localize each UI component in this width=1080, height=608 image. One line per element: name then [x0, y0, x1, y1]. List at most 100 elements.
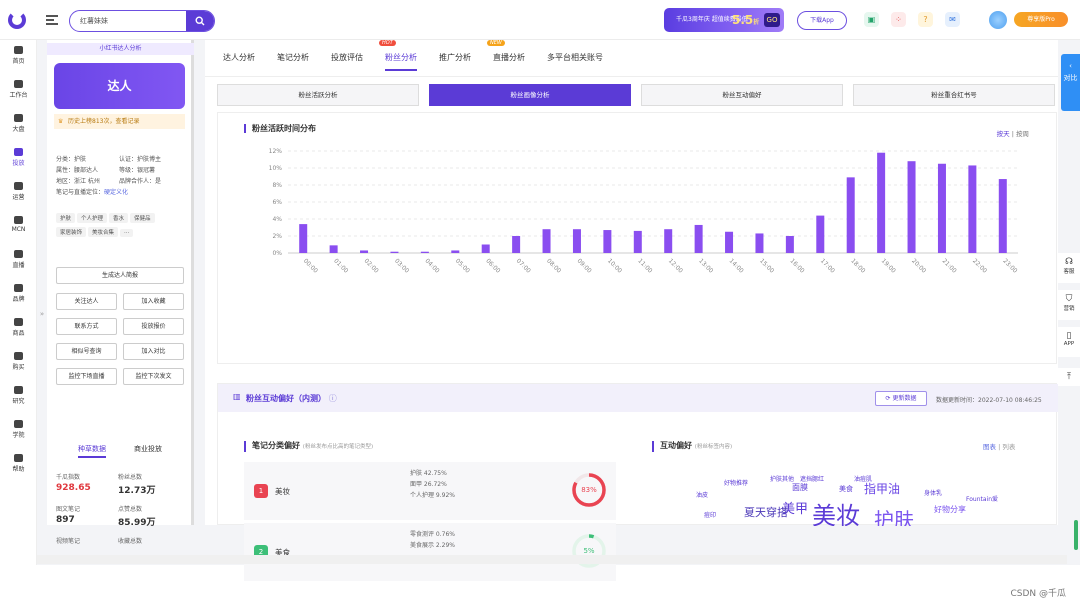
tab-commercial[interactable]: 商业投放: [134, 444, 162, 454]
quote-button[interactable]: 投放报价: [123, 318, 184, 335]
horizontal-scrollbar[interactable]: [37, 555, 1067, 564]
message-icon[interactable]: ✉: [945, 12, 960, 27]
promo-go-button[interactable]: GO: [764, 13, 780, 27]
similar-search-button[interactable]: 相似号查询: [56, 343, 117, 360]
nav-academy[interactable]: 学院: [0, 420, 37, 439]
bar[interactable]: [755, 233, 764, 253]
view-list[interactable]: 列表: [1002, 443, 1015, 451]
tag[interactable]: 保健品: [130, 213, 155, 223]
search-button[interactable]: [186, 11, 214, 31]
percent-ring: 83%: [571, 472, 607, 508]
bar[interactable]: [360, 250, 369, 253]
tab-delivery-eval[interactable]: 投放评估: [331, 52, 363, 63]
vertical-scrollbar[interactable]: [1074, 520, 1078, 550]
pro-badge[interactable]: 尊享版Pro: [1014, 12, 1068, 27]
favorite-button[interactable]: 加入收藏: [123, 293, 184, 310]
stat-label: 点赞总数: [118, 506, 143, 513]
tab-multi-platform[interactable]: 多平台相关账号: [547, 52, 603, 63]
stat-label: 收藏总数: [118, 538, 143, 545]
tag[interactable]: 美妆合集: [88, 227, 119, 237]
add-compare-button[interactable]: 加入对比: [123, 343, 184, 360]
nav-label: 品牌: [12, 296, 25, 303]
follow-button[interactable]: 关注达人: [56, 293, 117, 310]
promo-banner[interactable]: 千瓜3周年庆 超值续费最低 5.5折 GO: [664, 8, 784, 32]
bar[interactable]: [481, 244, 490, 254]
subtab-fan-overlap[interactable]: 粉丝重合红书号: [853, 84, 1055, 106]
bar[interactable]: [633, 230, 642, 253]
collapse-arrow-icon[interactable]: »: [37, 310, 47, 330]
nav-mcn[interactable]: MCN: [0, 216, 37, 233]
marketing-button[interactable]: ⛉ 营销: [1058, 290, 1080, 320]
avatar[interactable]: [989, 11, 1007, 29]
help-icon[interactable]: ?: [918, 12, 933, 27]
nav-brand[interactable]: 品牌: [0, 284, 37, 303]
bar[interactable]: [816, 215, 825, 253]
bar[interactable]: [937, 163, 946, 253]
view-chart[interactable]: 图表: [983, 443, 996, 451]
bar[interactable]: [299, 224, 308, 253]
nav-product[interactable]: 商品: [0, 318, 37, 337]
tab-creator-analysis[interactable]: 达人分析: [223, 52, 255, 63]
tag[interactable]: 家居装饰: [56, 227, 87, 237]
back-to-top-icon[interactable]: ⤒: [1058, 368, 1080, 386]
compare-button[interactable]: ‹ 对比: [1061, 54, 1080, 111]
toggle-week[interactable]: 按周: [1016, 130, 1029, 138]
tab-fan-analysis[interactable]: HOT 粉丝分析: [379, 40, 417, 71]
nav-label: 研究: [12, 398, 25, 405]
bar[interactable]: [420, 251, 429, 253]
subtab-fan-activity[interactable]: 粉丝活跃分析: [217, 84, 419, 106]
nav-research[interactable]: 研究: [0, 386, 37, 405]
tag[interactable]: 护肤: [56, 213, 76, 223]
bar[interactable]: [846, 177, 855, 253]
subtab-fan-interaction[interactable]: 粉丝互动偏好: [641, 84, 843, 106]
nav-live[interactable]: 直播: [0, 250, 37, 269]
tab-note-analysis[interactable]: 笔记分析: [277, 52, 309, 63]
nav-workbench[interactable]: 工作台: [0, 80, 37, 99]
customer-service-button[interactable]: ☊ 客服: [1058, 253, 1080, 283]
bar[interactable]: [603, 230, 612, 253]
tag[interactable]: 香水: [109, 213, 129, 223]
bar[interactable]: [785, 236, 794, 253]
app-button[interactable]: ▯ APP: [1058, 327, 1080, 357]
tag[interactable]: 个人护理: [77, 213, 108, 223]
bar[interactable]: [907, 161, 916, 253]
bar[interactable]: [694, 224, 703, 253]
toggle-day[interactable]: 按天: [997, 130, 1010, 138]
bar[interactable]: [572, 229, 581, 253]
bar[interactable]: [968, 165, 977, 253]
generate-brief-button[interactable]: 生成达人简报: [56, 267, 184, 284]
subtab-fan-portrait[interactable]: 粉丝画像分析: [429, 84, 631, 106]
tab-seeding-data[interactable]: 种草数据: [78, 444, 106, 458]
bar[interactable]: [998, 179, 1007, 253]
tab-live-analysis[interactable]: NEW 直播分析: [487, 40, 525, 63]
bar[interactable]: [390, 251, 399, 253]
bar[interactable]: [542, 229, 551, 253]
menu-toggle-icon[interactable]: [46, 15, 58, 25]
nav-home[interactable]: 首页: [0, 46, 37, 65]
tab-promo-analysis[interactable]: 推广分析: [439, 52, 471, 63]
tag-more[interactable]: ···: [120, 229, 134, 237]
info-icon[interactable]: ⓘ: [329, 394, 337, 403]
download-app-button[interactable]: 下载App: [797, 11, 847, 30]
update-data-button[interactable]: ⟳ 更新数据: [875, 391, 927, 406]
nav-market[interactable]: 大盘: [0, 114, 37, 133]
contact-button[interactable]: 联系方式: [56, 318, 117, 335]
nav-help[interactable]: 帮助: [0, 454, 37, 473]
monitor-post-button[interactable]: 监控下次发文: [123, 368, 184, 385]
monitor-live-button[interactable]: 监控下场直播: [56, 368, 117, 385]
nav-delivery[interactable]: 投放: [0, 148, 37, 167]
bar[interactable]: [725, 231, 734, 253]
history-link[interactable]: 历史上榜813次，查看记录: [54, 114, 185, 129]
bar[interactable]: [877, 152, 886, 253]
bar[interactable]: [664, 229, 673, 253]
cart-icon[interactable]: ▣: [864, 12, 879, 27]
nav-buy[interactable]: 购买: [0, 352, 37, 371]
nav-operate[interactable]: 运营: [0, 182, 37, 201]
bar[interactable]: [512, 236, 521, 253]
logo-icon[interactable]: [8, 11, 26, 29]
search-input[interactable]: [70, 17, 187, 25]
bar[interactable]: [329, 245, 338, 253]
info-live-link[interactable]: 硬定义化: [104, 189, 128, 196]
bar[interactable]: [451, 250, 460, 253]
apps-icon[interactable]: ⁘: [891, 12, 906, 27]
